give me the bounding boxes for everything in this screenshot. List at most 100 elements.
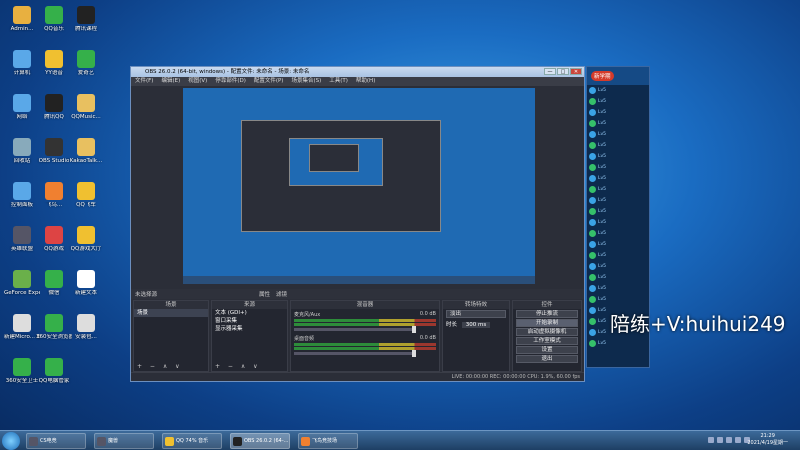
app-icon bbox=[45, 182, 63, 200]
sources-footer[interactable]: + − ∧ ∨ bbox=[212, 363, 287, 371]
desktop-icon[interactable]: 网络 bbox=[4, 94, 40, 121]
duration-input[interactable]: 300 ms bbox=[461, 322, 491, 328]
source-item-display[interactable]: 显示器采集 bbox=[212, 325, 287, 333]
desktop-icon[interactable]: QQ电脑管家 bbox=[36, 358, 72, 385]
panel-row[interactable]: Lv5 bbox=[587, 294, 649, 305]
panel-row[interactable]: Lv5 bbox=[587, 261, 649, 272]
volume-slider[interactable] bbox=[294, 350, 416, 357]
panel-row[interactable]: Lv5 bbox=[587, 272, 649, 283]
desktop-icon[interactable]: GeForce Experience bbox=[4, 270, 40, 297]
panel-row[interactable]: Lv5 bbox=[587, 217, 649, 228]
desktop-icon[interactable]: 微信 bbox=[36, 270, 72, 297]
desktop-icon-label: 飞鸟... bbox=[45, 202, 63, 208]
desktop-icon-label: QQ电脑管家 bbox=[38, 378, 70, 384]
tray-icon[interactable] bbox=[726, 437, 732, 443]
panel-row[interactable]: Lv5 bbox=[587, 140, 649, 151]
menu-tools[interactable]: 工具(T) bbox=[329, 77, 348, 86]
transition-select[interactable]: 淡出 bbox=[446, 310, 506, 318]
volume-slider[interactable] bbox=[294, 326, 416, 333]
obs-titlebar[interactable]: OBS 26.0.2 (64-bit, windows) - 配置文件: 未命名… bbox=[131, 67, 584, 77]
close-button[interactable]: ✕ bbox=[570, 68, 582, 75]
desktop-icon[interactable]: QQMusic... bbox=[68, 94, 104, 121]
desktop-icon[interactable]: KakaoTalk... bbox=[68, 138, 104, 165]
tray-icon[interactable] bbox=[708, 437, 714, 443]
obs-docks: 场景 场景 + − ∧ ∨ 来源 文本 (GDI+) 窗口采集 显示器采集 + … bbox=[131, 300, 584, 372]
panel-row[interactable]: Lv5 bbox=[587, 250, 649, 261]
desktop-icon[interactable]: 腾讯QQ bbox=[36, 94, 72, 121]
taskbar-item[interactable]: 魔兽 bbox=[94, 433, 154, 449]
slider-thumb[interactable] bbox=[412, 326, 416, 333]
exit-button[interactable]: 退出 bbox=[516, 355, 578, 363]
panel-row[interactable]: Lv5 bbox=[587, 96, 649, 107]
panel-row[interactable]: Lv5 bbox=[587, 206, 649, 217]
desktop-icon[interactable]: 腾讯课程 bbox=[68, 6, 104, 33]
desktop-icon[interactable]: 计算机 bbox=[4, 50, 40, 77]
properties-button[interactable]: 属性 bbox=[259, 290, 270, 298]
stop-streaming-button[interactable]: 停止推流 bbox=[516, 310, 578, 318]
network-icon[interactable] bbox=[735, 437, 741, 443]
start-button[interactable] bbox=[2, 432, 20, 450]
desktop-icon[interactable]: 新建文本 bbox=[68, 270, 104, 297]
minimize-button[interactable]: — bbox=[544, 68, 556, 75]
taskbar-item[interactable]: OBS 26.0.2 (64-... bbox=[230, 433, 290, 449]
panel-row[interactable]: Lv5 bbox=[587, 151, 649, 162]
desktop-icon[interactable]: 爱奇艺 bbox=[68, 50, 104, 77]
source-item-window[interactable]: 窗口采集 bbox=[212, 317, 287, 325]
virtual-camera-button[interactable]: 启动虚拟摄像机 bbox=[516, 328, 578, 336]
tray-icon[interactable] bbox=[717, 437, 723, 443]
desktop-icon[interactable]: 飞鸟... bbox=[36, 182, 72, 209]
filters-button[interactable]: 滤镜 bbox=[276, 290, 287, 298]
panel-row[interactable]: Lv5 bbox=[587, 228, 649, 239]
taskbar-item[interactable]: CS电竞 bbox=[26, 433, 86, 449]
taskbar-item[interactable]: 飞鸟竞技场 bbox=[298, 433, 358, 449]
panel-row[interactable]: Lv5 bbox=[587, 107, 649, 118]
panel-row[interactable]: Lv5 bbox=[587, 162, 649, 173]
panel-badge[interactable]: 新学期 bbox=[591, 71, 614, 81]
panel-row[interactable]: Lv5 bbox=[587, 85, 649, 96]
panel-row[interactable]: Lv5 bbox=[587, 283, 649, 294]
menu-view[interactable]: 视图(V) bbox=[188, 77, 207, 86]
panel-row[interactable]: Lv5 bbox=[587, 338, 649, 349]
desktop-icon[interactable]: 360安全卫士 bbox=[4, 358, 40, 385]
studio-mode-button[interactable]: 工作室模式 bbox=[516, 337, 578, 345]
desktop-icon[interactable]: 英雄联盟 bbox=[4, 226, 40, 253]
scenes-footer[interactable]: + − ∧ ∨ bbox=[134, 363, 208, 371]
menu-help[interactable]: 帮助(H) bbox=[356, 77, 375, 86]
menu-profile[interactable]: 配置文件(P) bbox=[254, 77, 284, 86]
desktop-icon[interactable]: 新建Micro... Excel bbox=[4, 314, 40, 341]
app-icon bbox=[13, 358, 31, 376]
scene-item[interactable]: 场景 bbox=[134, 309, 208, 317]
menu-file[interactable]: 文件(F) bbox=[135, 77, 153, 86]
panel-row[interactable]: Lv5 bbox=[587, 118, 649, 129]
menu-edit[interactable]: 编辑(E) bbox=[161, 77, 180, 86]
panel-row[interactable]: Lv5 bbox=[587, 184, 649, 195]
desktop-icon[interactable]: 回收站 bbox=[4, 138, 40, 165]
source-item-text[interactable]: 文本 (GDI+) bbox=[212, 309, 287, 317]
preview-canvas[interactable] bbox=[183, 88, 535, 284]
taskbar-item[interactable]: QQ 74% 音乐 bbox=[162, 433, 222, 449]
desktop-icon[interactable]: OBS Studio bbox=[36, 138, 72, 165]
slider-thumb[interactable] bbox=[412, 350, 416, 357]
desktop-icon-label: GeForce Experience bbox=[4, 290, 40, 296]
desktop-icon[interactable]: 控制面板 bbox=[4, 182, 40, 209]
desktop-icon[interactable]: QQ飞车 bbox=[68, 182, 104, 209]
desktop-icon[interactable]: QQ游戏 bbox=[36, 226, 72, 253]
desktop-icon[interactable]: YY语音 bbox=[36, 50, 72, 77]
settings-button[interactable]: 设置 bbox=[516, 346, 578, 354]
desktop-icon[interactable]: 安装包... bbox=[68, 314, 104, 341]
desktop-icon[interactable]: QQ音乐 bbox=[36, 6, 72, 33]
start-recording-button[interactable]: 开始录制 bbox=[516, 319, 578, 327]
panel-row[interactable]: Lv5 bbox=[587, 195, 649, 206]
preview-taskbar bbox=[183, 276, 535, 284]
clock[interactable]: 21:29 2021/4/19星期一 bbox=[747, 433, 788, 447]
panel-row[interactable]: Lv5 bbox=[587, 129, 649, 140]
menu-docks[interactable]: 停靠部件(D) bbox=[215, 77, 246, 86]
desktop-icon[interactable]: Admin... bbox=[4, 6, 40, 33]
panel-row[interactable]: Lv5 bbox=[587, 173, 649, 184]
desktop-icon[interactable]: 360安全浏览器 bbox=[36, 314, 72, 341]
desktop-icon[interactable]: QQ游戏大厅 bbox=[68, 226, 104, 253]
panel-row[interactable]: Lv5 bbox=[587, 239, 649, 250]
menu-scene-collection[interactable]: 场景集合(S) bbox=[291, 77, 321, 86]
desktop-icon-label: Admin... bbox=[10, 26, 34, 32]
maximize-button[interactable]: □ bbox=[557, 68, 569, 75]
